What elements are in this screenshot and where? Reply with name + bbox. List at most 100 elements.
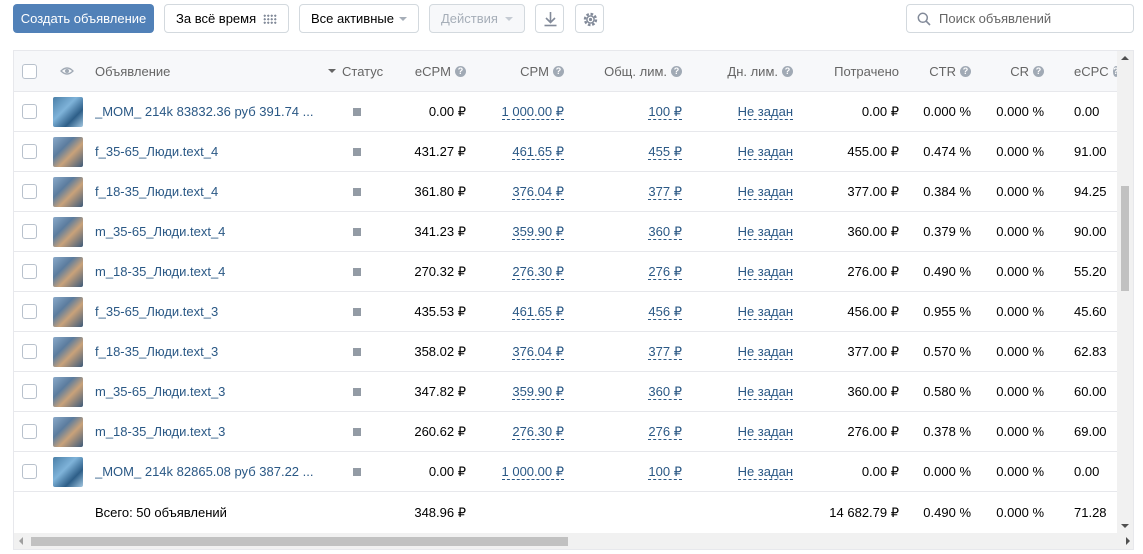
day-limit-edit[interactable]: Не задан (704, 172, 793, 211)
period-select[interactable]: За всё время (164, 4, 289, 33)
cpm-edit[interactable]: 376.04 ₽ (484, 172, 564, 211)
ad-name-link[interactable]: f_18-35_Люди.text_4 (95, 172, 320, 211)
col-ad[interactable]: Объявление (95, 51, 295, 91)
col-cpm[interactable]: CPM? (484, 51, 564, 91)
ad-name-link[interactable]: f_35-65_Люди.text_3 (95, 292, 320, 331)
ad-name-link[interactable]: m_18-35_Люди.text_3 (95, 412, 320, 451)
help-icon[interactable]: ? (671, 65, 682, 77)
day-limit-edit[interactable]: Не задан (704, 452, 793, 491)
table-row[interactable]: m_35-65_Люди.text_4 341.23 ₽ 359.90 ₽ 360 ₽… (14, 212, 1119, 252)
total-limit-edit[interactable]: 360 ₽ (579, 372, 682, 411)
total-limit-edit[interactable]: 360 ₽ (579, 212, 682, 251)
row-checkbox[interactable] (22, 424, 37, 439)
day-limit-edit[interactable]: Не задан (704, 372, 793, 411)
cpm-edit[interactable]: 359.90 ₽ (484, 212, 564, 251)
col-ecpc[interactable]: eCPC? (1074, 51, 1119, 91)
row-checkbox[interactable] (22, 104, 37, 119)
table-row[interactable]: f_18-35_Люди.text_4 361.80 ₽ 376.04 ₽ 377 ₽… (14, 172, 1119, 212)
table-row[interactable]: m_35-65_Люди.text_3 347.82 ₽ 359.90 ₽ 360 ₽… (14, 372, 1119, 412)
col-spent[interactable]: Потрачено (814, 51, 899, 91)
table-row[interactable]: f_35-65_Люди.text_4 431.27 ₽ 461.65 ₽ 455 ₽… (14, 132, 1119, 172)
day-limit-edit[interactable]: Не задан (704, 92, 793, 131)
download-button[interactable] (535, 4, 564, 33)
total-limit-edit[interactable]: 455 ₽ (579, 132, 682, 171)
horizontal-scroll-thumb[interactable] (31, 537, 568, 546)
cpm-edit[interactable]: 376.04 ₽ (484, 332, 564, 371)
settings-button[interactable] (575, 4, 604, 33)
help-icon[interactable]: ? (782, 65, 793, 77)
day-limit-edit[interactable]: Не задан (704, 212, 793, 251)
ad-thumbnail[interactable] (53, 292, 85, 331)
row-checkbox[interactable] (22, 264, 37, 279)
ad-name-link[interactable]: _MOM_ 214k 83832.36 руб 391.74 ... (95, 92, 320, 131)
total-limit-edit[interactable]: 276 ₽ (579, 412, 682, 451)
eye-icon[interactable] (60, 51, 78, 91)
ad-thumbnail[interactable] (53, 412, 85, 451)
cpm-edit[interactable]: 1 000.00 ₽ (484, 92, 564, 131)
scroll-up-icon[interactable] (1121, 56, 1129, 60)
row-checkbox[interactable] (22, 304, 37, 319)
cpm-edit[interactable]: 359.90 ₽ (484, 372, 564, 411)
cpm-edit[interactable]: 461.65 ₽ (484, 292, 564, 331)
vertical-scrollbar[interactable] (1117, 51, 1133, 533)
select-all-checkbox[interactable] (22, 63, 37, 79)
ad-name-link[interactable]: m_18-35_Люди.text_4 (95, 252, 320, 291)
day-limit-edit[interactable]: Не задан (704, 292, 793, 331)
table-row[interactable]: f_35-65_Люди.text_3 435.53 ₽ 461.65 ₽ 456 ₽… (14, 292, 1119, 332)
cpm-edit[interactable]: 276.30 ₽ (484, 412, 564, 451)
table-row[interactable]: m_18-35_Люди.text_3 260.62 ₽ 276.30 ₽ 276 ₽… (14, 412, 1119, 452)
ad-thumbnail[interactable] (53, 252, 85, 291)
status-filter-select[interactable]: Все активные (299, 4, 419, 33)
ad-thumbnail[interactable] (53, 452, 85, 491)
col-cr[interactable]: CR? (984, 51, 1044, 91)
ad-name-link[interactable]: m_35-65_Люди.text_4 (95, 212, 320, 251)
ad-thumbnail[interactable] (53, 92, 85, 131)
row-checkbox[interactable] (22, 224, 37, 239)
horizontal-scrollbar[interactable] (14, 533, 1133, 549)
table-row[interactable]: _MOM_ 214k 82865.08 руб 387.22 ... 0.00 ₽… (14, 452, 1119, 492)
ad-thumbnail[interactable] (53, 172, 85, 211)
ad-thumbnail[interactable] (53, 212, 85, 251)
day-limit-edit[interactable]: Не задан (704, 412, 793, 451)
total-limit-edit[interactable]: 100 ₽ (579, 92, 682, 131)
total-limit-edit[interactable]: 377 ₽ (579, 172, 682, 211)
row-checkbox[interactable] (22, 384, 37, 399)
day-limit-edit[interactable]: Не задан (704, 132, 793, 171)
ad-name-link[interactable]: _MOM_ 214k 82865.08 руб 387.22 ... (95, 452, 320, 491)
help-icon[interactable]: ? (1033, 65, 1044, 77)
day-limit-edit[interactable]: Не задан (704, 252, 793, 291)
row-checkbox[interactable] (22, 344, 37, 359)
table-row[interactable]: m_18-35_Люди.text_4 270.32 ₽ 276.30 ₽ 276 ₽… (14, 252, 1119, 292)
col-status[interactable]: Статус (328, 51, 404, 91)
cpm-edit[interactable]: 461.65 ₽ (484, 132, 564, 171)
ad-name-link[interactable]: f_35-65_Люди.text_4 (95, 132, 320, 171)
scroll-down-icon[interactable] (1121, 524, 1129, 528)
ad-thumbnail[interactable] (53, 132, 85, 171)
help-icon[interactable]: ? (553, 65, 564, 77)
help-icon[interactable]: ? (455, 65, 466, 77)
ad-name-link[interactable]: m_35-65_Люди.text_3 (95, 372, 320, 411)
cpm-edit[interactable]: 276.30 ₽ (484, 252, 564, 291)
col-total-limit[interactable]: Общ. лим.? (579, 51, 682, 91)
row-checkbox[interactable] (22, 464, 37, 479)
ad-thumbnail[interactable] (53, 372, 85, 411)
vertical-scroll-thumb[interactable] (1121, 186, 1129, 291)
day-limit-edit[interactable]: Не задан (704, 332, 793, 371)
col-day-limit[interactable]: Дн. лим.? (704, 51, 793, 91)
total-limit-edit[interactable]: 100 ₽ (579, 452, 682, 491)
scroll-right-icon[interactable] (1126, 537, 1130, 545)
col-ctr[interactable]: CTR? (904, 51, 971, 91)
table-row[interactable]: f_18-35_Люди.text_3 358.02 ₽ 376.04 ₽ 377 ₽… (14, 332, 1119, 372)
total-limit-edit[interactable]: 456 ₽ (579, 292, 682, 331)
ad-name-link[interactable]: f_18-35_Люди.text_3 (95, 332, 320, 371)
ad-thumbnail[interactable] (53, 332, 85, 371)
table-row[interactable]: _MOM_ 214k 83832.36 руб 391.74 ... 0.00 ₽… (14, 92, 1119, 132)
create-ad-button[interactable]: Создать объявление (13, 4, 154, 33)
row-checkbox[interactable] (22, 144, 37, 159)
actions-select[interactable]: Действия (429, 4, 525, 33)
scroll-left-icon[interactable] (19, 537, 23, 545)
total-limit-edit[interactable]: 276 ₽ (579, 252, 682, 291)
row-checkbox[interactable] (22, 184, 37, 199)
search-input[interactable]: Поиск объявлений (906, 4, 1134, 33)
help-icon[interactable]: ? (960, 65, 971, 77)
